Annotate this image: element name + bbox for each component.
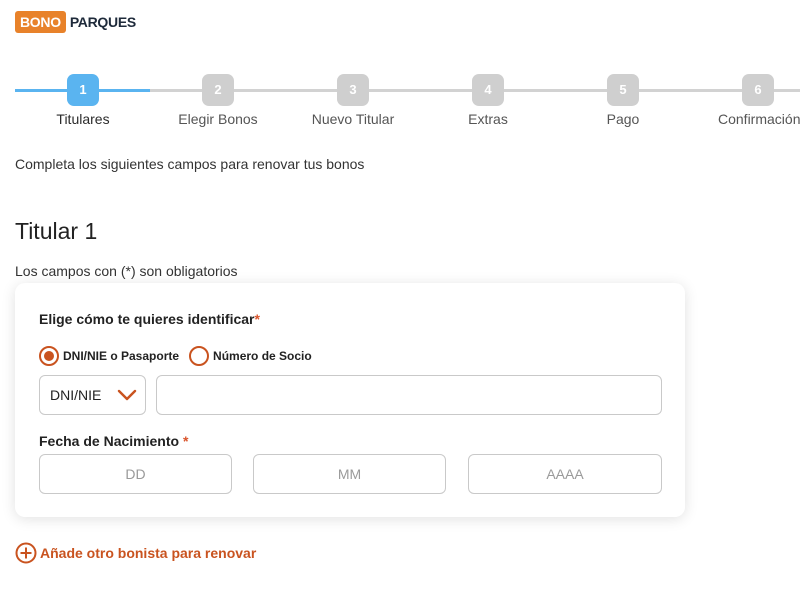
step-label: Elegir Bonos (178, 111, 258, 127)
add-bonista-link[interactable]: Añade otro bonista para renovar (15, 542, 256, 564)
plus-circle-icon (15, 542, 37, 564)
step-label: Extras (468, 111, 508, 127)
step-elegir-bonos[interactable]: 2 Elegir Bonos (158, 74, 278, 127)
identify-radio-group: DNI/NIE o Pasaporte Número de Socio (39, 346, 312, 366)
add-bonista-label: Añade otro bonista para renovar (40, 545, 257, 561)
step-label: Nuevo Titular (311, 111, 395, 127)
step-number: 3 (337, 74, 369, 106)
document-type-select[interactable]: DNI/NIE (39, 375, 146, 415)
identify-label-text: Elige cómo te quieres identificar (39, 311, 255, 327)
step-number: 4 (472, 74, 504, 106)
logo-bono: BONO (15, 11, 66, 33)
step-extras[interactable]: 4 Extras (428, 74, 548, 127)
step-number: 5 (607, 74, 639, 106)
step-number: 6 (742, 74, 774, 106)
required-asterisk: * (182, 433, 189, 449)
birth-date-label-text: Fecha de Nacimiento (39, 433, 180, 449)
chevron-down-icon (117, 389, 137, 401)
document-number-input[interactable] (156, 375, 662, 415)
required-asterisk: * (254, 311, 260, 327)
step-nuevo-titular[interactable]: 3 Nuevo Titular (293, 74, 413, 127)
intro-text: Completa los siguientes campos para reno… (15, 156, 365, 172)
titular-heading: Titular 1 (15, 218, 98, 244)
step-pago[interactable]: 5 Pago (563, 74, 683, 127)
identify-label: Elige cómo te quieres identificar* (39, 311, 260, 327)
radio-socio[interactable] (189, 346, 210, 366)
progress-stepper: 1 Titulares 2 Elegir Bonos 3 Nuevo Titul… (0, 74, 800, 130)
birth-date-label: Fecha de Nacimiento * (39, 433, 188, 449)
logo-parques: PARQUES (69, 14, 136, 30)
birth-year-input[interactable]: AAAA (468, 454, 662, 494)
step-label: Titulares (56, 111, 110, 127)
titular-form-card: Elige cómo te quieres identificar* DNI/N… (15, 283, 685, 517)
birth-month-input[interactable]: MM (253, 454, 446, 494)
step-number: 1 (67, 74, 99, 106)
step-titulares[interactable]: 1 Titulares (23, 74, 143, 127)
step-label: Pago (606, 111, 640, 127)
radio-socio-label[interactable]: Número de Socio (213, 349, 312, 363)
radio-dni-label[interactable]: DNI/NIE o Pasaporte (63, 349, 179, 363)
step-number: 2 (202, 74, 234, 106)
logo[interactable]: BONO PARQUES (15, 10, 136, 34)
step-confirmacion[interactable]: 6 Confirmación (698, 74, 800, 127)
radio-dni[interactable] (39, 346, 59, 366)
step-label: Confirmación (718, 111, 800, 127)
document-type-value: DNI/NIE (50, 387, 102, 403)
required-fields-note: Los campos con (*) son obligatorios (15, 263, 238, 279)
birth-day-input[interactable]: DD (39, 454, 232, 494)
page: BONO PARQUES 1 Titulares 2 Elegir Bonos … (0, 0, 800, 600)
